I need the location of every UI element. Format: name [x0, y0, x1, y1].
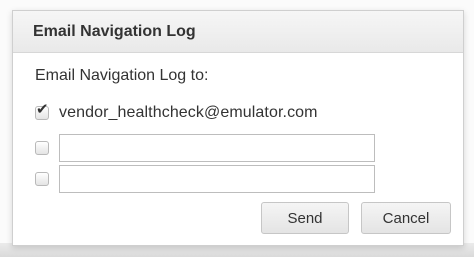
- recipient-row-1: ✔ vendor_healthcheck@emulator.com: [35, 102, 318, 122]
- recipient-row-3: [35, 165, 375, 193]
- recipient-row-2: [35, 134, 375, 162]
- send-button[interactable]: Send: [261, 202, 349, 234]
- recipient-1-email: vendor_healthcheck@emulator.com: [59, 104, 318, 121]
- recipient-3-checkbox[interactable]: [35, 172, 49, 186]
- recipient-2-checkbox[interactable]: [35, 141, 49, 155]
- dialog-titlebar[interactable]: Email Navigation Log: [13, 11, 463, 53]
- email-navigation-log-dialog: Email Navigation Log Email Navigation Lo…: [12, 10, 464, 246]
- recipient-1-checkbox[interactable]: ✔: [35, 102, 49, 120]
- recipient-3-email-input[interactable]: [59, 165, 375, 193]
- cancel-button[interactable]: Cancel: [361, 202, 451, 234]
- screen: Email Navigation Log Email Navigation Lo…: [0, 0, 474, 257]
- checkmark-icon: ✔: [36, 101, 49, 118]
- recipient-prompt: Email Navigation Log to:: [35, 67, 209, 84]
- recipient-2-email-input[interactable]: [59, 134, 375, 162]
- dialog-title: Email Navigation Log: [33, 22, 196, 40]
